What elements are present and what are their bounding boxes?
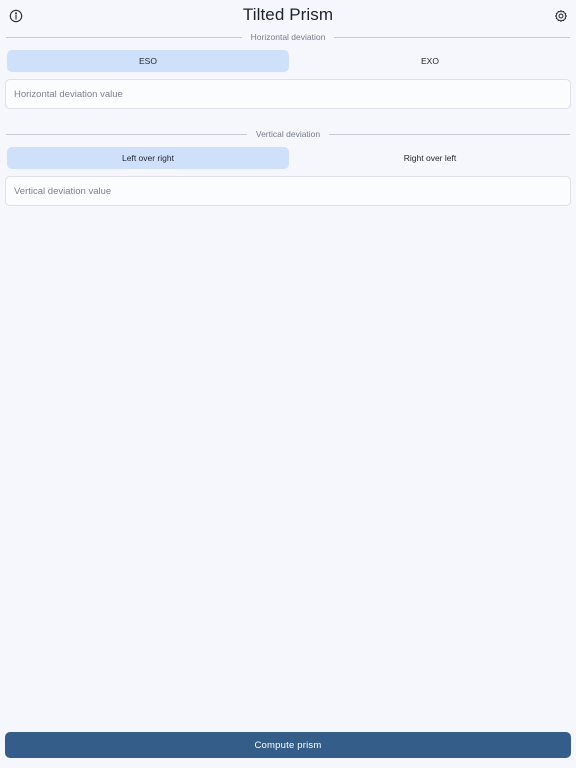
vertical-deviation-label: Vertical deviation xyxy=(255,129,321,139)
divider-line xyxy=(6,133,247,135)
divider-line xyxy=(334,36,570,38)
divider-line xyxy=(329,133,571,135)
horizontal-deviation-field xyxy=(5,79,571,109)
compute-prism-button[interactable]: Compute prism xyxy=(5,732,571,758)
horizontal-deviation-input[interactable] xyxy=(6,80,570,108)
gear-icon[interactable] xyxy=(554,9,568,23)
segment-left-over-right[interactable]: Left over right xyxy=(7,147,289,169)
page-title: Tilted Prism xyxy=(242,5,334,24)
horizontal-deviation-segmented-control: ESO EXO xyxy=(7,50,571,72)
app-header: Tilted Prism xyxy=(0,0,576,34)
horizontal-deviation-divider: Horizontal deviation xyxy=(6,31,570,43)
vertical-deviation-input[interactable] xyxy=(6,177,570,205)
horizontal-deviation-label: Horizontal deviation xyxy=(250,32,326,42)
segment-right-over-left[interactable]: Right over left xyxy=(289,147,571,169)
vertical-deviation-field xyxy=(5,176,571,206)
segment-exo[interactable]: EXO xyxy=(289,50,571,72)
vertical-deviation-divider: Vertical deviation xyxy=(6,128,571,140)
vertical-deviation-segmented-control: Left over right Right over left xyxy=(7,147,571,169)
segment-eso[interactable]: ESO xyxy=(7,50,289,72)
divider-line xyxy=(6,36,242,38)
